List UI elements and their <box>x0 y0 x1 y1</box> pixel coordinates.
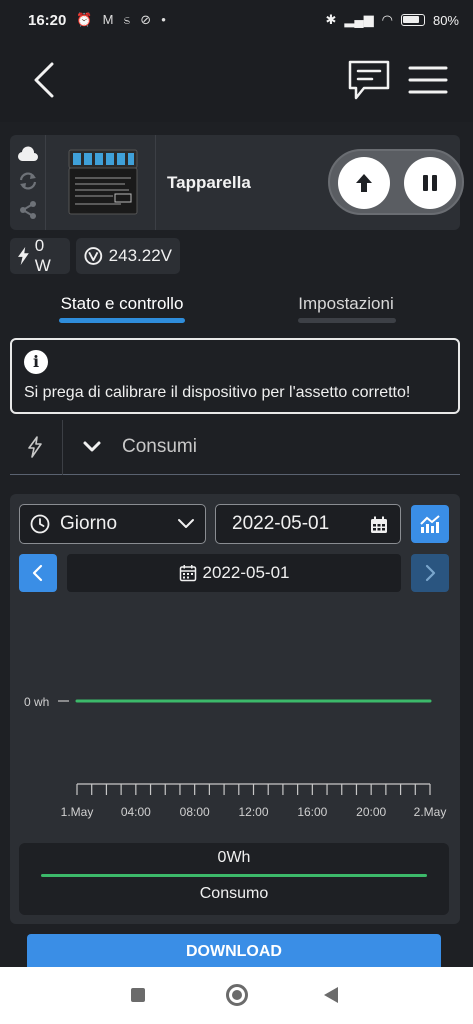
alert-message: Si prega di calibrare il dispositivo per… <box>24 384 411 401</box>
arrow-up-icon <box>356 174 372 192</box>
back-arrow-icon[interactable] <box>28 62 64 98</box>
status-right: ✱ ▂▄▆ ◠ 80% <box>326 12 460 28</box>
period-select[interactable]: Giorno <box>19 504 206 544</box>
feedback-chat-icon[interactable] <box>346 58 392 102</box>
legend-series-name: Consumo <box>199 885 269 902</box>
consumption-panel: Giorno 2022-05-01 2022-05-01 0 wh 1.May … <box>10 494 460 924</box>
shelly-module-icon <box>68 149 137 214</box>
share-icon[interactable] <box>18 200 38 220</box>
bolt-outline-icon <box>28 436 42 458</box>
power-value: 0 W <box>34 236 51 275</box>
chart-icon <box>420 515 440 533</box>
x-tick-label: 1.May <box>61 805 94 819</box>
chevron-left-icon <box>32 564 43 582</box>
system-back-button[interactable] <box>324 987 338 1003</box>
status-time: 16:20 <box>28 11 67 29</box>
calendar-icon <box>371 516 387 533</box>
tab-stato-e-controllo[interactable]: Stato e controllo <box>40 294 204 314</box>
shutter-control-group <box>328 149 464 215</box>
recents-button[interactable] <box>131 988 145 1002</box>
status-bar: 16:20 ⏰ M ಽ ⊘ • ✱ ▂▄▆ ◠ 80% <box>0 0 473 40</box>
hamburger-menu-icon[interactable] <box>408 64 448 96</box>
x-tick-label: 08:00 <box>180 805 210 819</box>
refresh-icon[interactable] <box>17 171 39 191</box>
y-tick-label: 0 wh <box>24 695 49 709</box>
consumption-chart: 0 wh 1.May 04:00 08:00 12:00 16:00 20:00 2.May <box>24 695 447 819</box>
home-button[interactable] <box>226 984 248 1006</box>
chart-legend: 0Wh Consumo <box>19 843 449 915</box>
battery-level: 80% <box>432 12 459 28</box>
calendar-icon <box>179 565 196 582</box>
notification-icons: ⏰ M ಽ ⊘ • <box>76 12 165 28</box>
wifi-icon: ◠ <box>381 12 393 27</box>
period-select-value: Giorno <box>60 513 118 534</box>
calibration-alert: i Si prega di calibrare il dispositivo p… <box>10 338 460 414</box>
x-tick-label: 12:00 <box>238 805 268 819</box>
consumption-section-header[interactable]: Consumi <box>10 420 460 475</box>
chevron-right-icon <box>425 564 436 582</box>
download-button[interactable]: DOWNLOAD <box>27 934 441 968</box>
x-tick-label: 2.May <box>414 805 447 819</box>
cloud-icon <box>17 145 38 161</box>
app-icon: ಽ <box>123 12 131 27</box>
date-input-value: 2022-05-01 <box>232 513 330 534</box>
device-side-icons <box>10 135 46 230</box>
clock-icon <box>30 514 50 534</box>
previous-date-button[interactable] <box>19 554 57 592</box>
date-input[interactable]: 2022-05-01 <box>215 504 401 544</box>
section-divider <box>62 420 63 475</box>
dnd-icon: ⊘ <box>140 12 152 27</box>
consumption-section-label: Consumi <box>122 436 197 457</box>
legend-series-swatch <box>41 874 427 877</box>
system-navigation-bar <box>0 967 473 1024</box>
tab-inactive-indicator <box>298 318 396 323</box>
tab-active-indicator <box>59 318 185 323</box>
signal-icon: ▂▄▆ <box>344 12 374 27</box>
next-date-button[interactable] <box>411 554 449 592</box>
x-tick-label: 04:00 <box>121 805 151 819</box>
mail-icon: M <box>102 12 114 27</box>
battery-icon <box>400 14 425 26</box>
app-header <box>0 40 473 122</box>
device-name: Tapparella <box>167 173 251 192</box>
x-tick-label: 20:00 <box>356 805 386 819</box>
app-screen: 16:20 ⏰ M ಽ ⊘ • ✱ ▂▄▆ ◠ 80% Tapparella 0… <box>0 0 473 1024</box>
device-card: Tapparella <box>10 135 464 230</box>
chart-type-button[interactable] <box>411 505 449 543</box>
device-image <box>50 135 156 230</box>
current-date-text: 2022-05-01 <box>202 563 290 582</box>
consumption-total: 0Wh <box>217 849 251 866</box>
power-metric: 0 W <box>10 236 70 275</box>
shutter-up-button[interactable] <box>338 157 390 209</box>
shutter-stop-button[interactable] <box>404 157 456 209</box>
bolt-icon <box>18 247 29 265</box>
current-date-display: 2022-05-01 <box>67 554 401 592</box>
pause-icon <box>423 175 437 191</box>
info-icon: i <box>24 350 48 374</box>
chevron-down-icon <box>178 519 194 528</box>
more-dot-icon: • <box>161 12 166 27</box>
x-tick-label: 16:00 <box>297 805 327 819</box>
bluetooth-icon: ✱ <box>325 12 337 27</box>
chevron-down-icon[interactable] <box>82 438 102 456</box>
voltage-metric: 243.22V <box>76 238 180 274</box>
alarm-icon: ⏰ <box>76 12 93 27</box>
voltage-value: 243.22V <box>108 246 172 265</box>
tab-impostazioni[interactable]: Impostazioni <box>290 294 402 314</box>
voltage-icon <box>84 247 103 265</box>
